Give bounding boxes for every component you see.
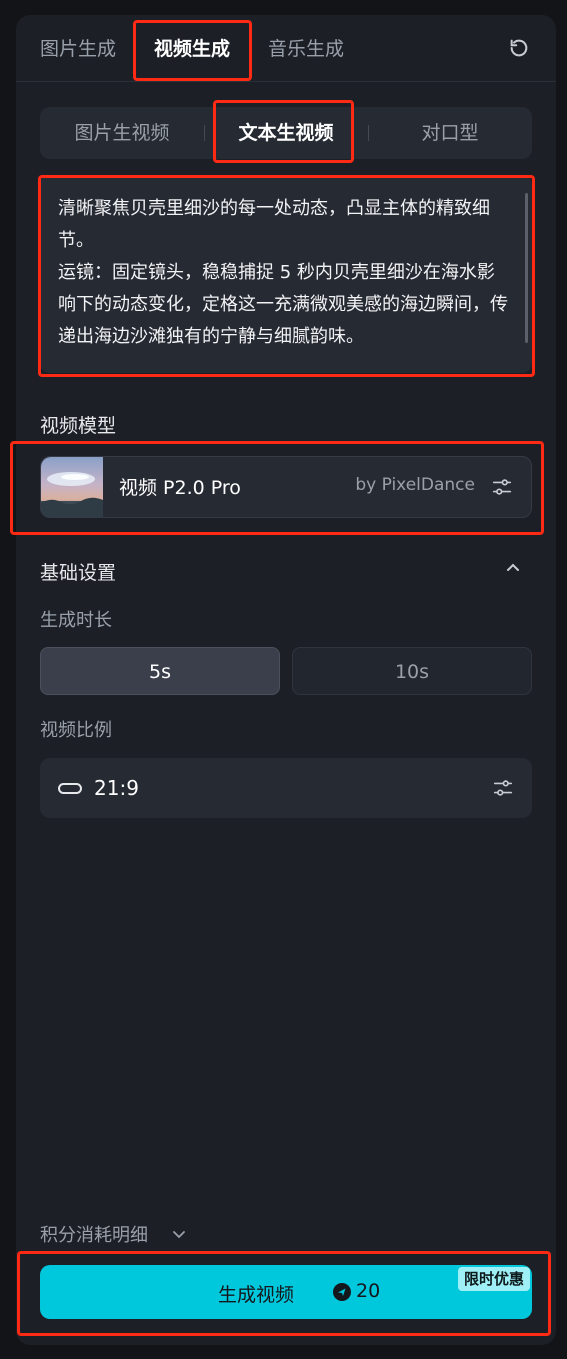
aspect-ratio-selector[interactable]: 21:9 bbox=[40, 758, 532, 818]
tab-video-generation[interactable]: 视频生成 bbox=[154, 35, 230, 63]
duration-label: 生成时长 bbox=[40, 610, 112, 631]
generation-mode-tabs: 图片生视频 文本生视频 对口型 bbox=[40, 107, 532, 159]
aspect-ratio-icon bbox=[58, 783, 82, 794]
aspect-ratio-value: 21:9 bbox=[94, 776, 139, 800]
video-model-selector[interactable]: 视频 P2.0 Pro by PixelDance bbox=[40, 456, 532, 518]
duration-5s-button[interactable]: 5s bbox=[40, 647, 280, 695]
model-name: 视频 P2.0 Pro bbox=[119, 477, 241, 499]
refresh-icon[interactable] bbox=[508, 37, 530, 59]
chevron-up-icon[interactable] bbox=[504, 559, 522, 577]
generate-button-label: 生成视频 bbox=[218, 1284, 295, 1306]
video-model-label: 视频模型 bbox=[40, 415, 117, 437]
ratio-settings-sliders-icon[interactable] bbox=[492, 777, 514, 799]
credit-cost-detail-toggle[interactable]: 积分消耗明细 bbox=[40, 1221, 148, 1247]
duration-10s-button[interactable]: 10s bbox=[292, 647, 532, 695]
tab-music-generation[interactable]: 音乐生成 bbox=[268, 35, 344, 63]
prompt-scrollbar[interactable] bbox=[525, 193, 528, 343]
tab-image-generation[interactable]: 图片生成 bbox=[40, 35, 116, 63]
generate-credit-cost: 20 bbox=[356, 1280, 381, 1302]
video-generation-panel: 图片生成 视频生成 音乐生成 图片生视频 文本生视频 对口型 清晰聚焦贝壳里细沙… bbox=[16, 15, 556, 1345]
limited-time-offer-badge: 限时优惠 bbox=[457, 1267, 530, 1291]
model-thumbnail bbox=[41, 457, 103, 517]
prompt-text[interactable]: 清晰聚焦贝壳里细沙的每一处动态，凸显主体的精致细节。 运镜：固定镜头，稳稳捕捉 … bbox=[58, 193, 512, 353]
generate-video-button[interactable]: 生成视频 20 限时优惠 bbox=[40, 1265, 532, 1319]
tab-text-to-video[interactable]: 文本生视频 bbox=[204, 107, 368, 159]
model-provider: by PixelDance bbox=[355, 475, 475, 495]
basic-settings-label: 基础设置 bbox=[40, 562, 117, 584]
tab-lip-sync[interactable]: 对口型 bbox=[368, 107, 532, 159]
tab-image-to-video[interactable]: 图片生视频 bbox=[40, 107, 204, 159]
model-settings-sliders-icon[interactable] bbox=[491, 476, 513, 498]
top-tab-bar: 图片生成 视频生成 音乐生成 bbox=[16, 15, 556, 82]
chevron-down-icon[interactable] bbox=[172, 1226, 186, 1240]
aspect-ratio-label: 视频比例 bbox=[40, 720, 112, 741]
credit-icon bbox=[333, 1283, 351, 1301]
prompt-textarea[interactable]: 清晰聚焦贝壳里细沙的每一处动态，凸显主体的精致细节。 运镜：固定镜头，稳稳捕捉 … bbox=[40, 175, 532, 373]
